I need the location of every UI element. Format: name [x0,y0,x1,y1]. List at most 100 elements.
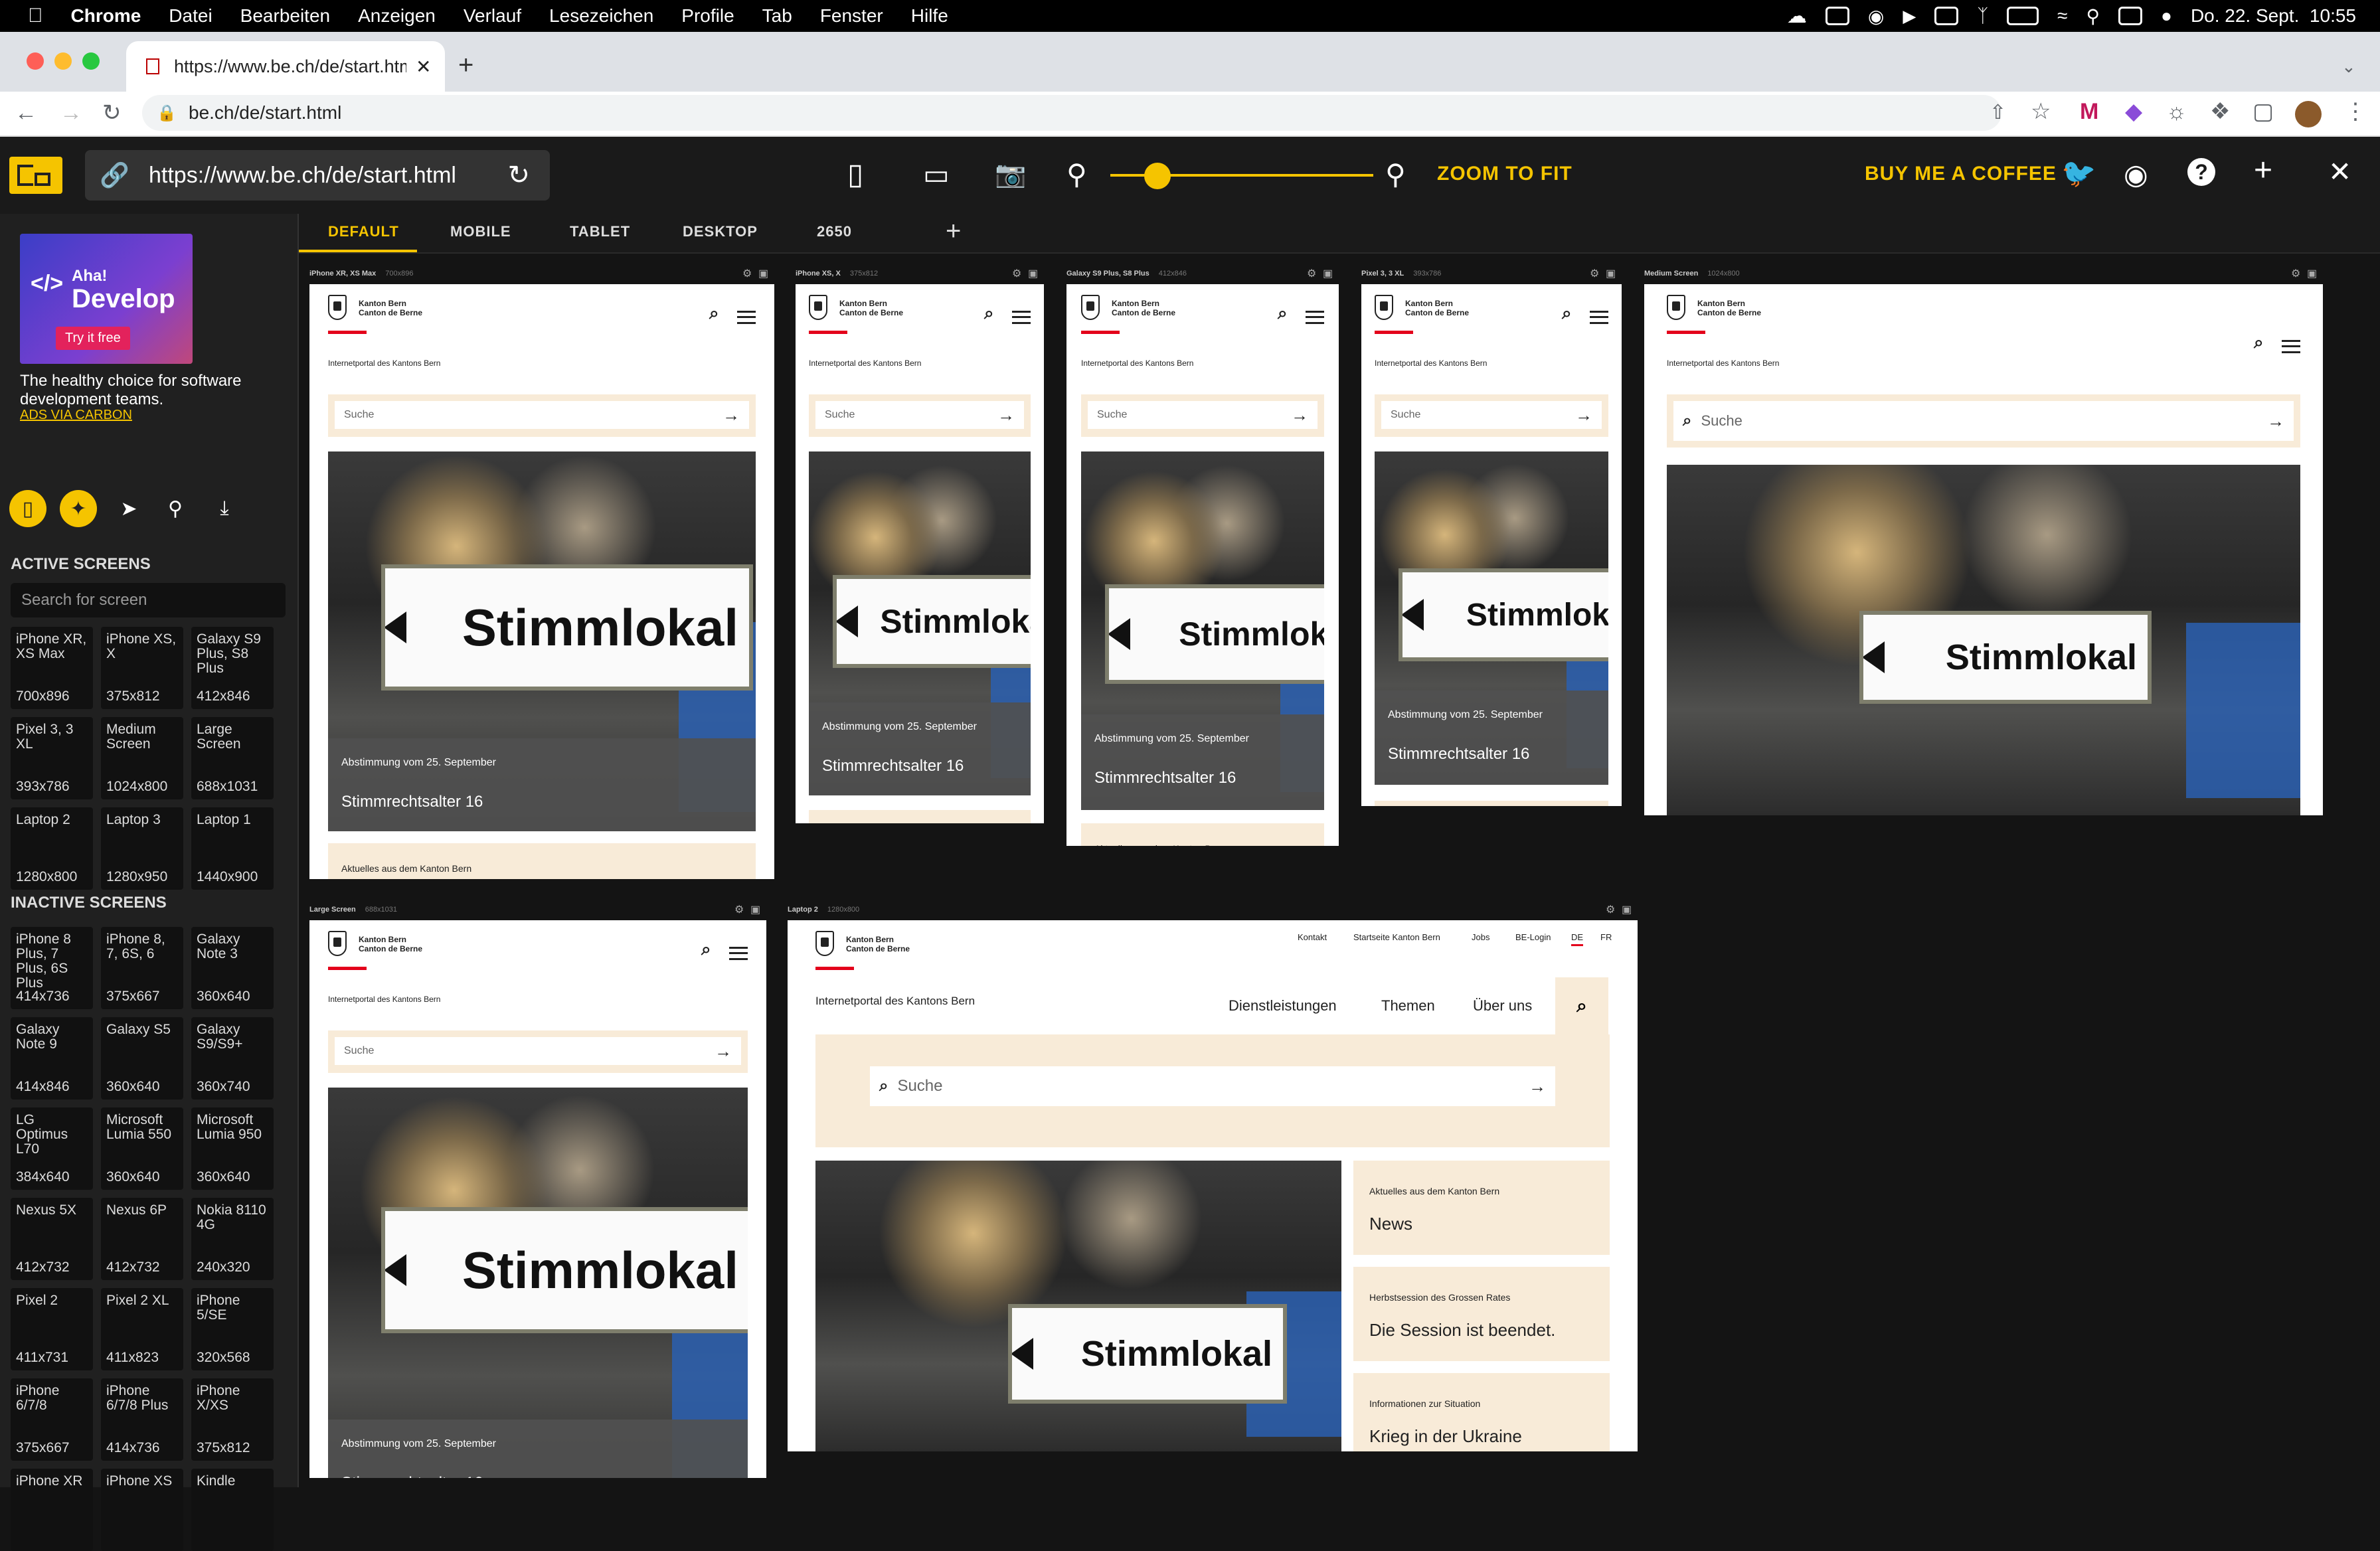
hero-image[interactable]: Stimmlokal [1667,465,2300,815]
inactive-screen-card[interactable]: Galaxy Note 9 414x846 [11,1017,93,1100]
teaser-caption[interactable]: Abstimmung vom 25. September Stimmrechtsa… [1375,691,1608,785]
hero-image[interactable]: Stimmlokal Abstimmung vom 25. September St… [328,1088,748,1478]
tab-search-icon[interactable]: ⌄ [2341,53,2356,80]
layout-columns-icon[interactable]: ▯​ [847,158,863,191]
minimize-window-button[interactable] [54,52,72,70]
inactive-screen-card[interactable]: LG Optimus L70 384x640 [11,1107,93,1190]
profile-avatar[interactable] [2295,101,2322,127]
search-input[interactable]: Suche → [335,401,749,429]
top-link-2[interactable]: Jobs [1472,932,1489,942]
search-input[interactable]: ⌕ Suche → [1673,401,2294,441]
calendar-icon[interactable] [1934,7,1959,25]
f7-frame-screenshot-icon[interactable]: ▣ [1622,903,1632,916]
buy-coffee-link[interactable]: BUY ME A COFFEE [1865,163,2057,185]
teaser-caption[interactable]: Abstimmung vom 25. September Stimmrechtsa… [809,702,1031,795]
hero-image[interactable]: Stimmlokal [815,1161,1341,1451]
extension-mask-icon[interactable]: ☼ [2166,98,2187,125]
inactive-screen-card[interactable]: Nexus 5X 412x732 [11,1198,93,1280]
active-screen-card[interactable]: Laptop 2 1280x800 [11,807,93,890]
side-card-1[interactable]: Herbstsession des Grossen Rates Die Sessi… [1353,1267,1610,1361]
tab-2650[interactable]: 2650 [817,223,852,240]
search-icon[interactable]: ⌕ [1278,303,1288,324]
extension-gem-icon[interactable]: ◆ [2125,98,2142,125]
canton-logo[interactable] [328,295,347,320]
search-submit-icon[interactable]: → [1575,405,1592,426]
search-input[interactable]: Suche → [1381,401,1602,429]
menu-verlauf[interactable]: Verlauf [464,5,521,27]
search-input[interactable]: ⌕ Suche → [870,1066,1555,1106]
sidepanel-icon[interactable]: ▢ [2252,98,2274,125]
back-icon[interactable]: ← [15,100,37,126]
screen-search-input[interactable]: Search for screen [11,583,286,617]
zoom-out-icon[interactable]: ⚲ [1066,158,1087,191]
search-input[interactable]: Suche → [335,1037,741,1065]
active-screen-card[interactable]: Pixel 3, 3 XL 393x786 [11,717,93,799]
top-link-0[interactable]: Kontakt [1298,932,1327,942]
inactive-screen-card[interactable]: iPhone XR [11,1469,93,1551]
top-link-4[interactable]: DE [1571,932,1583,942]
share-icon[interactable]: ⇧ [1990,100,2006,126]
side-card-0[interactable]: Aktuelles aus dem Kanton Bern News [1353,1161,1610,1255]
inactive-screen-card[interactable]: iPhone 6/7/8 Plus 414x736 [101,1378,183,1461]
f6-frame-settings-icon[interactable]: ⚙ [734,903,744,916]
add-view-icon[interactable]: + [946,216,962,246]
search-input[interactable]: Suche → [1088,401,1318,429]
canton-logo[interactable] [1081,295,1100,320]
hero-image[interactable]: Stimmlokal Abstimmung vom 25. September St… [1081,451,1324,810]
screenshot-camera-icon[interactable]: 📷 [995,158,1026,191]
record-icon[interactable]: ◉ [1868,5,1884,27]
nav-item-0[interactable]: Dienstleistungen [1229,997,1337,1015]
f2-frame-screenshot-icon[interactable]: ▣ [1028,267,1038,280]
menu-anzeigen[interactable]: Anzeigen [358,5,436,27]
inactive-screen-card[interactable]: iPhone 8 Plus, 7 Plus, 6S Plus 414x736 [11,927,93,1009]
active-screen-card[interactable]: Large Screen 688x1031 [191,717,274,799]
inactive-screen-card[interactable]: Nokia 8110 4G 240x320 [191,1198,274,1280]
download-icon[interactable]: ⤓ [206,490,243,527]
f2-frame-settings-icon[interactable]: ⚙ [1012,267,1021,280]
f4-frame-screenshot-icon[interactable]: ▣ [1606,267,1616,280]
menu-profile[interactable]: Profile [681,5,734,27]
teaser-caption[interactable]: Abstimmung vom 25. September Stimmrechtsa… [1081,714,1324,810]
teaser-caption[interactable]: Abstimmung vom 25. September Stimmrechtsa… [328,1420,748,1478]
extensions-puzzle-icon[interactable]: ❖ [2210,98,2230,125]
f1-frame-settings-icon[interactable]: ⚙ [742,267,752,280]
wifi-icon[interactable]: ≈ [2057,5,2067,27]
menu-bearbeiten[interactable]: Bearbeiten [240,5,330,27]
menu-tab[interactable]: Tab [762,5,792,27]
canton-logo[interactable] [815,931,834,956]
f2-frame[interactable]: Kanton Bern Canton de Berne Internetportal… [796,284,1044,823]
nav-item-1[interactable]: Themen [1381,997,1435,1015]
new-tab-icon[interactable]: + [458,52,473,78]
browser-tab[interactable]: https://www.be.ch/de/start.htm ✕ [126,41,445,92]
search-submit-icon[interactable]: → [715,1041,732,1062]
rotate-device-icon[interactable]: ▭ [923,158,950,191]
nav-search-button[interactable]: ⌕ [1555,977,1608,1034]
search-icon[interactable]: ⌕ [709,303,719,324]
search-submit-icon[interactable]: → [722,405,740,426]
zoom-in-icon[interactable]: ⚲ [1385,158,1406,191]
chrome-menu-icon[interactable]: ⋮ [2344,98,2367,125]
inactive-screen-card[interactable]: Galaxy S9/S9+ 360x740 [191,1017,274,1100]
inactive-screen-card[interactable]: Galaxy S5 360x640 [101,1017,183,1100]
touch-mode-button[interactable]: ▯ [9,490,46,527]
side-card-2[interactable]: Informationen zur Situation Krieg in der … [1353,1373,1610,1451]
close-tab-icon[interactable]: ✕ [416,56,431,78]
zoom-slider-handle[interactable] [1144,163,1171,189]
tab-default[interactable]: DEFAULT [328,223,399,240]
menu-lesezeichen[interactable]: Lesezeichen [549,5,653,27]
f7-frame-settings-icon[interactable]: ⚙ [1606,903,1615,916]
zoom-to-fit-button[interactable]: ZOOM TO FIT [1437,163,1572,185]
search-input[interactable]: Suche → [815,401,1024,429]
inactive-screen-card[interactable]: iPhone 5/SE 320x568 [191,1288,274,1370]
inactive-screen-card[interactable]: Pixel 2 XL 411x823 [101,1288,183,1370]
close-viewer-icon[interactable]: ✕ [2328,155,2351,189]
news-teaser[interactable]: Aktuelles aus dem Kanton Bern [328,843,756,879]
f5-frame[interactable]: Kanton Bern Canton de Berne Internetportal… [1644,284,2323,815]
menu-icon[interactable] [737,311,756,324]
menu-app[interactable]: Chrome [71,5,141,27]
f4-frame-settings-icon[interactable]: ⚙ [1590,267,1599,280]
menubar-datetime[interactable]: Do. 22. Sept. 10:55 [2191,5,2356,27]
inactive-screen-card[interactable]: iPhone 6/7/8 375x667 [11,1378,93,1461]
top-link-3[interactable]: BE-Login [1515,932,1551,942]
github-icon[interactable]: ◉ [2124,158,2148,191]
